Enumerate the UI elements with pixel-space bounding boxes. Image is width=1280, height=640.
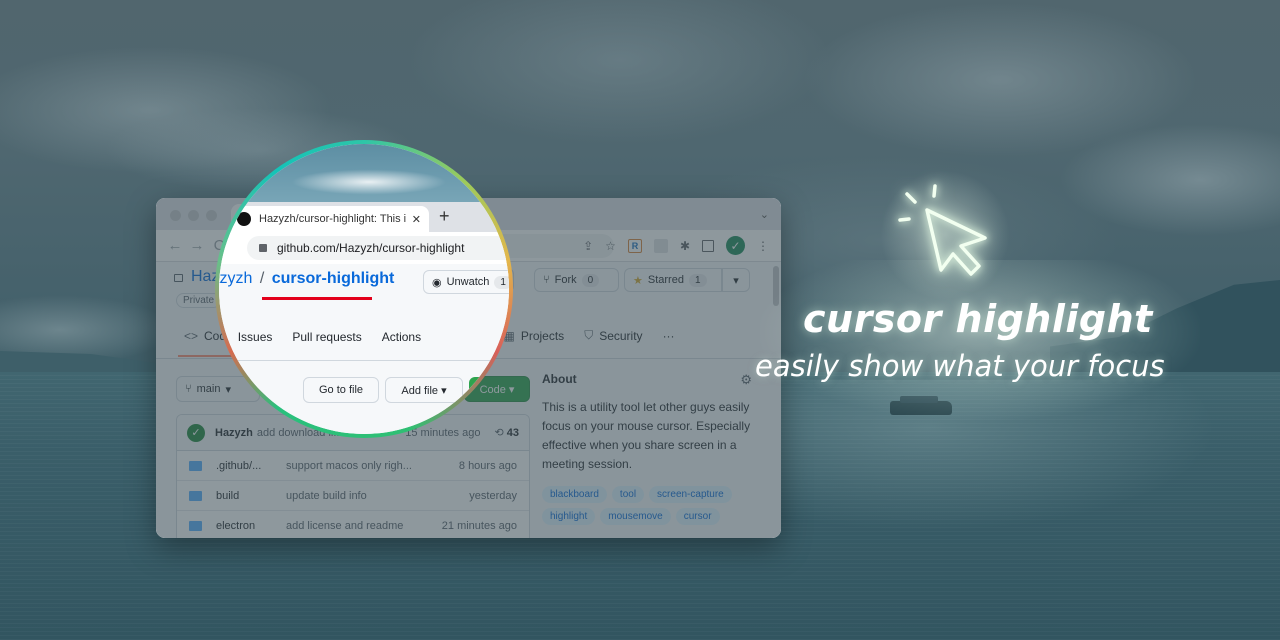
topic-tag[interactable]: cursor	[675, 508, 720, 525]
lens-page: Hazyzh / cursor-highlight ◉ Unwatch 1 Co…	[219, 264, 509, 434]
tab-label: Security	[599, 328, 643, 343]
lens-address-bar[interactable]: github.com/Hazyzh/cursor-highlight	[247, 236, 509, 260]
file-name[interactable]: build	[216, 490, 286, 502]
topics-list: blackboard tool screen-capture highlight…	[542, 486, 752, 525]
bookmark-star-icon[interactable]: ☆	[605, 239, 616, 253]
more-tabs-button[interactable]: ···	[653, 320, 685, 351]
file-commit-message[interactable]: support macos only righ...	[286, 460, 459, 472]
side-panel-icon[interactable]	[702, 239, 714, 252]
about-title: About	[542, 372, 577, 386]
new-tab-button[interactable]: +	[439, 206, 450, 227]
minimize-window-button[interactable]	[188, 210, 199, 221]
lens-tab-strip: Hazyzh/cursor-highlight: This i ✕ +	[219, 202, 509, 232]
file-row[interactable]: electron add license and readme 21 minut…	[177, 511, 529, 538]
menu-kebab-icon[interactable]: ⋮	[757, 239, 769, 253]
breadcrumb-separator: /	[259, 270, 265, 287]
fork-count: 0	[581, 273, 600, 287]
star-count: 1	[688, 273, 707, 287]
code-dropdown-button[interactable]: Code ▾	[469, 377, 509, 403]
window-controls	[170, 210, 217, 221]
unwatch-button[interactable]: ◉ Unwatch 1	[423, 270, 509, 294]
folder-icon	[189, 490, 202, 501]
lens-toolbar: github.com/Hazyzh/cursor-highlight	[219, 232, 509, 264]
star-list-dropdown[interactable]: ▾	[722, 268, 750, 292]
file-commit-message[interactable]: add license and readme	[286, 520, 442, 532]
extension-blank-icon[interactable]	[653, 238, 668, 253]
watch-count: 1	[494, 275, 509, 289]
about-description: This is a utility tool let other guys ea…	[542, 400, 751, 471]
tab-label: Projects	[520, 328, 565, 343]
divider	[219, 360, 509, 361]
gear-icon[interactable]: ⚙	[740, 372, 752, 388]
file-time: 8 hours ago	[458, 459, 517, 472]
lock-icon	[259, 244, 267, 252]
fork-label: Fork	[554, 274, 577, 286]
folder-icon	[189, 520, 202, 531]
lens-repo-breadcrumb: Hazyzh / cursor-highlight	[219, 270, 394, 288]
starred-label: Starred	[647, 274, 684, 286]
check-status-icon[interactable]: ✓	[187, 423, 205, 442]
private-lock-icon	[174, 274, 183, 282]
topic-tag[interactable]: tool	[611, 486, 645, 503]
topic-tag[interactable]: highlight	[542, 508, 596, 525]
highlight-underline	[262, 297, 372, 300]
branch-name: main	[196, 383, 221, 395]
chevron-down-icon[interactable]: ⌄	[760, 208, 769, 221]
promo-headline: cursor highlight	[803, 297, 1153, 341]
add-file-button[interactable]: Add file ▾	[385, 377, 463, 403]
folder-icon	[189, 460, 202, 471]
extension-r-icon[interactable]: R	[627, 238, 642, 253]
promo-subline: easily show what your focus	[755, 349, 1165, 383]
profile-check-icon[interactable]: ✓	[726, 236, 745, 255]
maximize-window-button[interactable]	[206, 210, 217, 221]
file-time: 21 minutes ago	[441, 519, 517, 532]
star-icon: ★	[633, 274, 643, 287]
unwatch-label: Unwatch	[446, 276, 490, 288]
magnifier-lens: Hazyzh/cursor-highlight: This i ✕ + gith…	[215, 140, 513, 438]
lens-tab-title: Hazyzh/cursor-highlight: This i	[259, 213, 406, 225]
url-domain: github.com	[277, 241, 336, 255]
share-icon[interactable]: ⇪	[583, 239, 593, 253]
tab-code[interactable]: Code	[219, 322, 228, 352]
tab-security[interactable]: ⛉ Security	[574, 320, 652, 351]
topic-tag[interactable]: mousemove	[600, 508, 671, 525]
extensions-puzzle-icon[interactable]: ✱	[680, 239, 690, 253]
repo-name-link[interactable]: cursor-highlight	[272, 270, 395, 287]
topic-tag[interactable]: blackboard	[542, 486, 607, 503]
starred-button[interactable]: ★ Starred 1	[624, 268, 722, 292]
file-name[interactable]: .github/...	[216, 460, 286, 472]
repo-owner-link[interactable]: Hazyzh	[219, 270, 252, 287]
topic-tag[interactable]: screen-capture	[649, 486, 732, 503]
glowing-cursor-icon	[898, 184, 987, 276]
shield-icon: ⛉	[584, 328, 594, 342]
close-window-button[interactable]	[170, 210, 181, 221]
magnified-view: Hazyzh/cursor-highlight: This i ✕ + gith…	[219, 144, 509, 434]
branch-icon: ⑂	[185, 383, 192, 395]
back-button[interactable]: ←	[164, 237, 186, 254]
url-path: /Hazyzh/cursor-highlight	[335, 241, 465, 255]
lens-repo-tabs: Code Issues Pull requests Actions	[219, 322, 431, 352]
lens-browser-tab[interactable]: Hazyzh/cursor-highlight: This i ✕	[229, 206, 429, 232]
file-time: yesterday	[469, 489, 517, 502]
file-row[interactable]: .github/... support macos only righ... 8…	[177, 451, 529, 481]
tab-pull-requests[interactable]: Pull requests	[282, 322, 371, 352]
about-panel: About ⚙ This is a utility tool let other…	[542, 372, 752, 525]
close-tab-icon[interactable]: ✕	[412, 213, 421, 226]
fork-button[interactable]: ⑂ Fork 0	[534, 268, 619, 292]
github-icon	[237, 212, 251, 226]
toolbar-icons: ⇪ ☆ R ✱ ✓ ⋮	[583, 236, 769, 255]
code-icon: <>	[184, 328, 199, 343]
lens-sky	[219, 144, 509, 206]
tab-issues[interactable]: Issues	[228, 322, 283, 352]
eye-icon: ◉	[432, 276, 442, 289]
file-row[interactable]: build update build info yesterday	[177, 481, 529, 511]
file-commit-message[interactable]: update build info	[286, 490, 469, 502]
caret-down-icon: ▾	[733, 274, 739, 287]
file-name[interactable]: electron	[216, 520, 286, 532]
ellipsis-icon: ···	[662, 328, 675, 343]
forward-button[interactable]: →	[186, 237, 208, 254]
fork-icon: ⑂	[543, 274, 550, 286]
go-to-file-button[interactable]: Go to file	[303, 377, 379, 403]
tab-actions[interactable]: Actions	[372, 322, 431, 352]
